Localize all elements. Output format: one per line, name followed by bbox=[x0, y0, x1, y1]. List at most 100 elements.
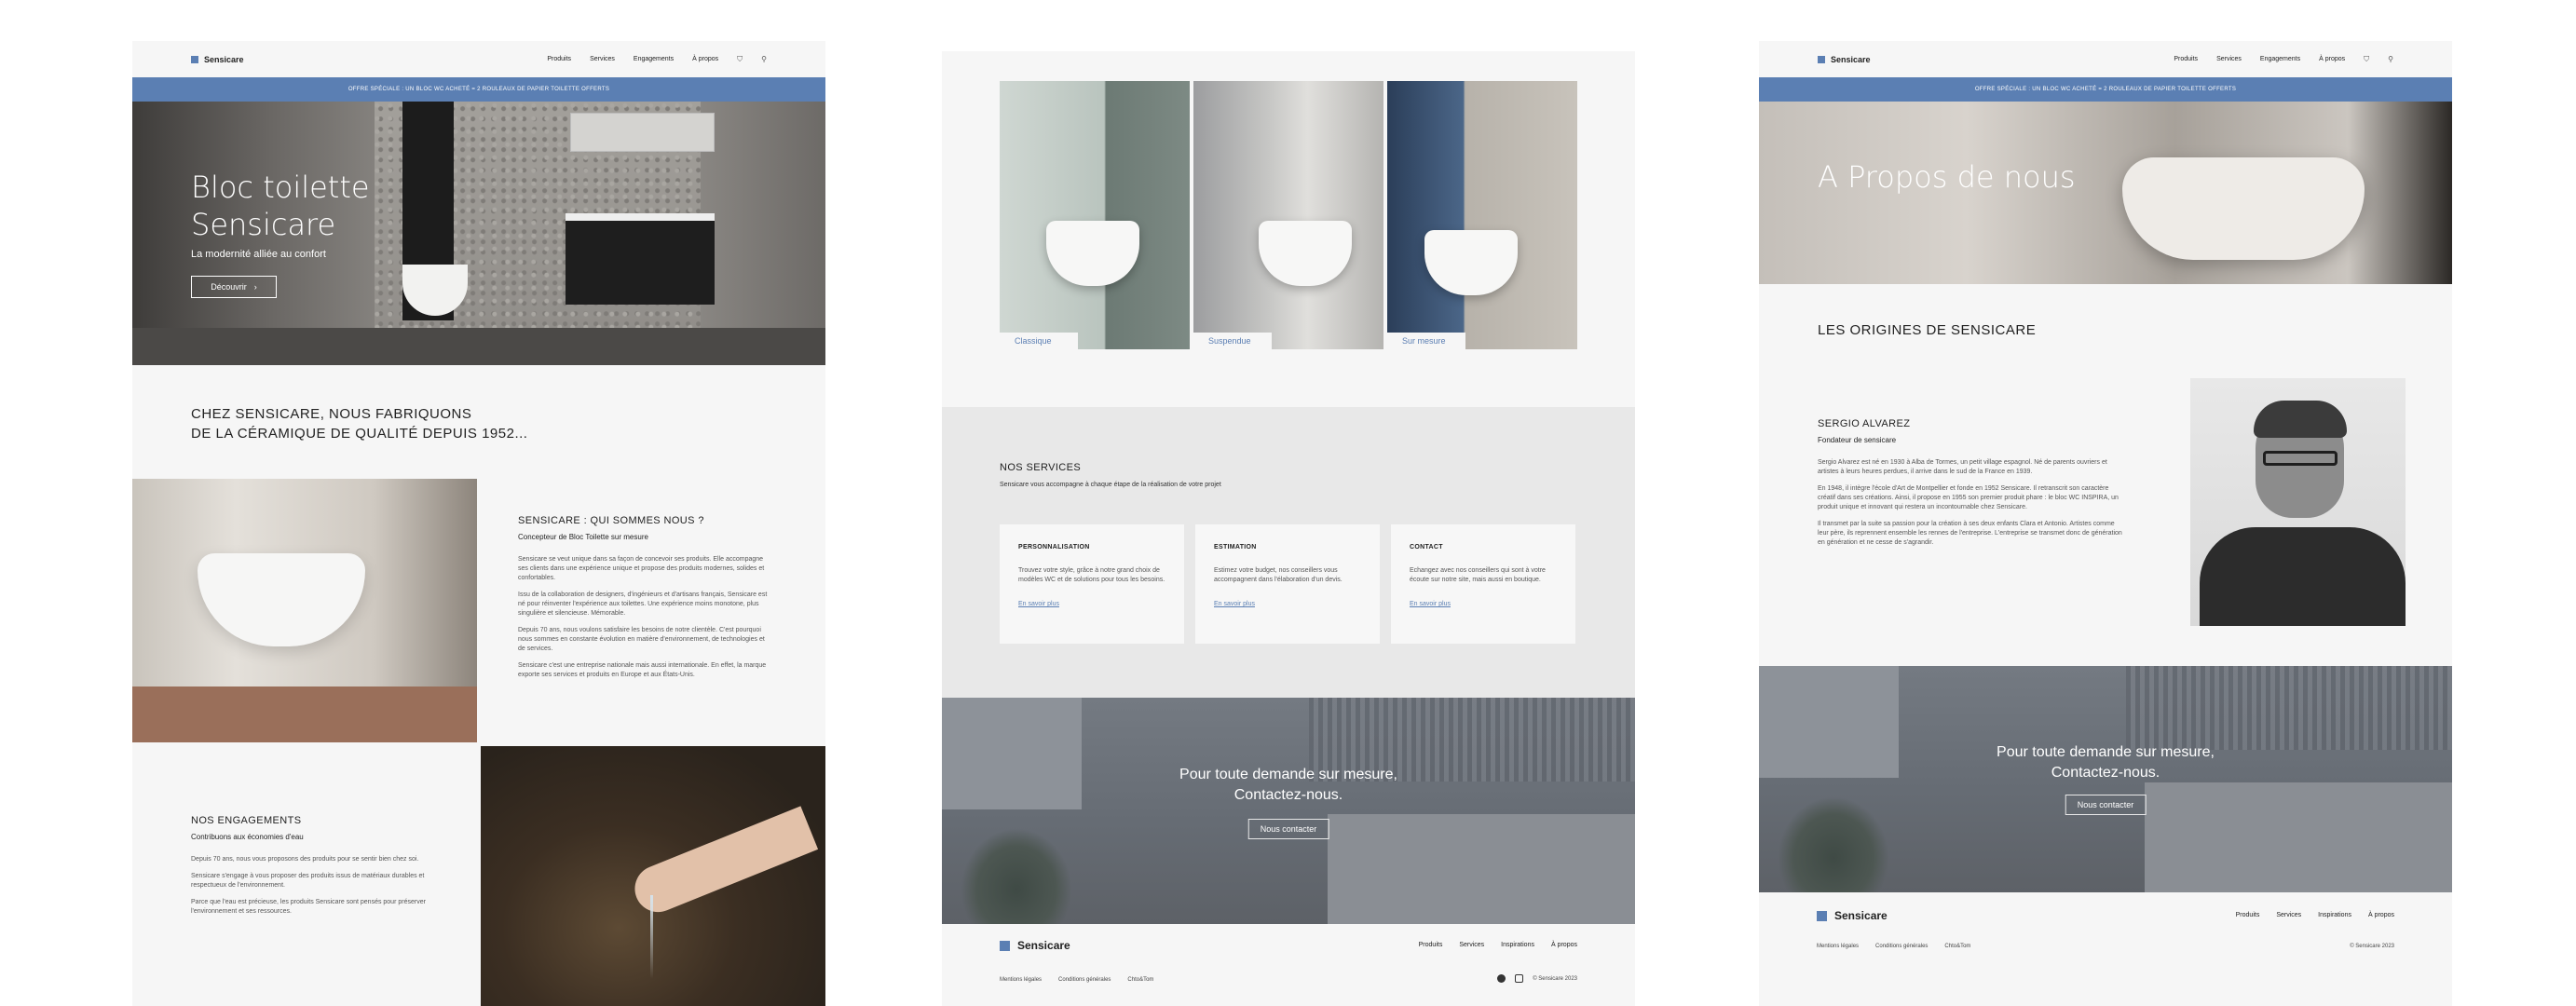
user-icon[interactable]: ⚲ bbox=[761, 55, 767, 63]
footer-nav-inspirations[interactable]: Inspirations bbox=[2318, 912, 2351, 918]
engagements-paragraph: Sensicare s'engage à vous proposer des p… bbox=[191, 873, 425, 889]
discover-button[interactable]: Découvrir › bbox=[191, 276, 277, 298]
footer-link-credits[interactable]: Chto&Tom bbox=[1127, 977, 1153, 983]
footer: Sensicare Produits Services Inspirations… bbox=[942, 924, 1635, 1006]
footer-right: © Sensicare 2023 bbox=[1497, 974, 1577, 983]
about-subtitle: Concepteur de Bloc Toilette sur mesure bbox=[518, 533, 648, 541]
card-title: ESTIMATION bbox=[1214, 544, 1257, 551]
service-card-personnalisation: PERSONNALISATION Trouvez votre style, gr… bbox=[1000, 524, 1184, 644]
footer-menu: Produits Services Inspirations À propos bbox=[1419, 942, 1577, 948]
gallery-item-classique[interactable]: Classique bbox=[1000, 81, 1190, 349]
arrow-right-icon: › bbox=[253, 282, 257, 292]
hero-floor bbox=[132, 328, 825, 365]
top-nav: Sensicare Produits Services Engagements … bbox=[132, 41, 825, 77]
footer-nav-a-propos[interactable]: À propos bbox=[1551, 942, 1577, 948]
cta-wall-shape bbox=[2126, 666, 2452, 750]
nav-item-produits[interactable]: Produits bbox=[547, 56, 571, 62]
engagements-section: NOS ENGAGEMENTS Contribuons aux économie… bbox=[191, 816, 443, 924]
card-text: Trouvez votre style, grâce à notre grand… bbox=[1018, 567, 1165, 583]
footer-nav-inspirations[interactable]: Inspirations bbox=[1501, 942, 1534, 948]
footer-right: © Sensicare 2023 bbox=[2350, 944, 2394, 949]
engagements-paragraph: Depuis 70 ans, nous vous proposons des p… bbox=[191, 856, 419, 863]
learn-more-link[interactable]: En savoir plus bbox=[1214, 600, 1361, 609]
about-title: SENSICARE : QUI SOMMES NOUS ? bbox=[518, 515, 704, 526]
tagline-line-2: DE LA CÉRAMIQUE DE QUALITÉ DEPUIS 1952..… bbox=[191, 426, 528, 442]
toilet-shape bbox=[1424, 230, 1518, 295]
promo-banner: OFFRE SPÉCIALE : UN BLOC WC ACHETÉ = 2 R… bbox=[1759, 77, 2452, 102]
wc-bowl-shape bbox=[198, 553, 365, 646]
footer-nav-produits[interactable]: Produits bbox=[1419, 942, 1443, 948]
founder-name: SERGIO ALVAREZ bbox=[1818, 418, 1911, 429]
contact-button[interactable]: Nous contacter bbox=[1247, 819, 1329, 839]
nav-item-services[interactable]: Services bbox=[2216, 56, 2242, 62]
gallery-label[interactable]: Sur mesure bbox=[1387, 333, 1465, 349]
footer-logo-text: Sensicare bbox=[1834, 909, 1888, 922]
products-page: Classique Suspendue Sur mesure NOS SERVI… bbox=[942, 51, 1635, 1006]
logo-mark bbox=[1818, 55, 1825, 63]
logo[interactable]: Sensicare bbox=[191, 55, 244, 64]
toilet-shape bbox=[1046, 221, 1139, 286]
footer-nav-services[interactable]: Services bbox=[1459, 942, 1484, 948]
copyright: © Sensicare 2023 bbox=[1533, 975, 1577, 982]
card-title: PERSONNALISATION bbox=[1018, 544, 1090, 551]
footer-link-mentions[interactable]: Mentions légales bbox=[1817, 944, 1859, 949]
instagram-icon[interactable] bbox=[1515, 974, 1524, 983]
founder-portrait bbox=[2190, 378, 2406, 626]
service-card-contact: CONTACT Echangez avec nos conseillers qu… bbox=[1391, 524, 1575, 644]
wc-floor-shape bbox=[132, 687, 477, 742]
footer-nav-produits[interactable]: Produits bbox=[2236, 912, 2260, 918]
water-stream-shape bbox=[650, 895, 653, 979]
nav-item-engagements[interactable]: Engagements bbox=[634, 56, 674, 62]
footer-link-credits[interactable]: Chto&Tom bbox=[1944, 944, 1970, 949]
cta-line-2: Contactez-nous. bbox=[1233, 787, 1343, 803]
footer-logo-text: Sensicare bbox=[1017, 939, 1070, 952]
gallery-label[interactable]: Suspendue bbox=[1193, 333, 1272, 349]
copyright: © Sensicare 2023 bbox=[2350, 944, 2394, 949]
main-menu: Produits Services Engagements À propos ⛉… bbox=[2174, 55, 2393, 64]
pinterest-icon[interactable] bbox=[1497, 974, 1506, 983]
footer-menu: Produits Services Inspirations À propos bbox=[2236, 912, 2394, 918]
footer-logo[interactable]: Sensicare bbox=[1817, 909, 1888, 922]
card-text: Echangez avec nos conseillers qui sont à… bbox=[1410, 567, 1546, 583]
footer-nav-services[interactable]: Services bbox=[2276, 912, 2301, 918]
nav-item-a-propos[interactable]: À propos bbox=[2319, 56, 2345, 62]
gallery-label[interactable]: Classique bbox=[1000, 333, 1078, 349]
gallery-item-sur-mesure[interactable]: Sur mesure bbox=[1387, 81, 1577, 349]
logo-mark bbox=[1817, 910, 1827, 921]
footer-links: Mentions légales Conditions générales Ch… bbox=[1000, 977, 1153, 983]
logo[interactable]: Sensicare bbox=[1818, 55, 1871, 64]
nav-item-services[interactable]: Services bbox=[590, 56, 615, 62]
hero-title-line-2: Sensicare bbox=[191, 207, 336, 242]
service-cards: PERSONNALISATION Trouvez votre style, gr… bbox=[1000, 524, 1575, 644]
bio-paragraph: En 1948, il intègre l'école d'Art de Mon… bbox=[1818, 485, 2119, 510]
cta-plant-shape bbox=[961, 828, 1072, 924]
founder-bio: SERGIO ALVAREZ Fondateur de sensicare Se… bbox=[1818, 419, 2125, 555]
bio-paragraph: Il transmet par la suite sa passion pour… bbox=[1818, 521, 2122, 546]
gallery-item-suspendue[interactable]: Suspendue bbox=[1193, 81, 1383, 349]
learn-more-link[interactable]: En savoir plus bbox=[1410, 600, 1557, 609]
portrait-glasses-shape bbox=[2263, 451, 2337, 466]
about-hero-title: A Propos de nous bbox=[1818, 159, 2076, 195]
nav-item-a-propos[interactable]: À propos bbox=[692, 56, 718, 62]
footer-link-conditions[interactable]: Conditions générales bbox=[1058, 977, 1111, 983]
footer-logo[interactable]: Sensicare bbox=[1000, 939, 1070, 952]
water-hand-image bbox=[481, 746, 825, 1006]
cart-icon[interactable]: ⛉ bbox=[737, 55, 743, 64]
engagements-subtitle: Contribuons aux économies d'eau bbox=[191, 833, 304, 841]
footer-nav-a-propos[interactable]: À propos bbox=[2368, 912, 2394, 918]
hand-shape bbox=[627, 806, 819, 919]
about-paragraph: Issu de la collaboration de designers, d… bbox=[518, 591, 768, 617]
contact-button[interactable]: Nous contacter bbox=[2065, 795, 2147, 815]
cart-icon[interactable]: ⛉ bbox=[2364, 55, 2369, 64]
cta-line-2: Contactez-nous. bbox=[2051, 765, 2160, 781]
nav-item-produits[interactable]: Produits bbox=[2174, 56, 2198, 62]
nav-item-engagements[interactable]: Engagements bbox=[2260, 56, 2300, 62]
learn-more-link[interactable]: En savoir plus bbox=[1018, 600, 1165, 609]
about-paragraph: Sensicare c'est une entreprise nationale… bbox=[518, 662, 767, 678]
bio-paragraph: Sergio Alvarez est né en 1930 à Alba de … bbox=[1818, 459, 2107, 475]
footer-link-mentions[interactable]: Mentions légales bbox=[1000, 977, 1042, 983]
user-icon[interactable]: ⚲ bbox=[2388, 55, 2393, 63]
logo-text: Sensicare bbox=[204, 54, 244, 64]
toilet-shape bbox=[1259, 221, 1352, 286]
footer-link-conditions[interactable]: Conditions générales bbox=[1875, 944, 1928, 949]
